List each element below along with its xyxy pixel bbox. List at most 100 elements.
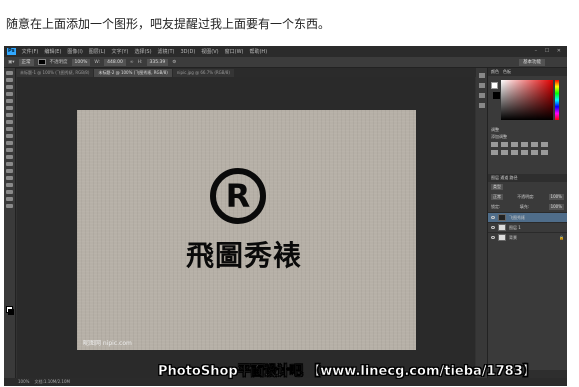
menu-3d[interactable]: 3D(D) [181, 49, 196, 55]
layer-fill-field[interactable]: 100% [548, 204, 564, 210]
history-brush-tool-icon[interactable] [6, 134, 13, 138]
menu-file[interactable]: 文件(F) [22, 48, 39, 55]
menu-window[interactable]: 窗口(W) [225, 48, 244, 55]
blur-tool-icon[interactable] [6, 155, 13, 159]
hue-saturation-icon[interactable] [541, 142, 548, 147]
threshold-icon[interactable] [541, 150, 548, 155]
menu-edit[interactable]: 编辑(E) [44, 48, 61, 55]
photo-filter-icon[interactable] [511, 150, 518, 155]
menu-type[interactable]: 文字(Y) [111, 48, 128, 55]
gradient-tool-icon[interactable] [6, 148, 13, 152]
paragraph-icon[interactable] [479, 103, 485, 108]
eyedropper-tool-icon[interactable] [6, 106, 13, 110]
zoom-level[interactable]: 100% [18, 379, 29, 384]
forum-banner: PhotoShop平面设计吧 【www.linecg.com/tieba/178… [158, 364, 536, 379]
tab-swatches[interactable]: 色板 [503, 68, 511, 76]
document-canvas[interactable]: R 飛圖秀裱 昵图网 nipic.com [77, 110, 416, 350]
dodge-tool-icon[interactable] [6, 162, 13, 166]
curves-icon[interactable] [511, 142, 518, 147]
h-label: H: [137, 59, 143, 65]
foreground-color-swatch[interactable] [8, 309, 14, 315]
black-white-icon[interactable] [501, 150, 508, 155]
brightness-icon[interactable] [491, 142, 498, 147]
link-icon[interactable]: ∞ [130, 60, 134, 65]
canvas-area[interactable]: R 飛圖秀裱 昵图网 nipic.com [17, 77, 475, 378]
window-controls[interactable]: – ☐ ✕ [535, 48, 564, 54]
layer-thumbnail [498, 214, 506, 221]
menu-layer[interactable]: 图层(L) [89, 48, 106, 55]
layer-blend-row: 正常 不透明度: 100% [488, 192, 567, 202]
layer-lock-row: 锁定: 填充: 100% [488, 202, 567, 212]
layer-row[interactable]: 背景 🔒 [488, 232, 567, 242]
menu-select[interactable]: 选择(S) [134, 48, 151, 55]
character-icon[interactable] [479, 93, 485, 98]
levels-icon[interactable] [501, 142, 508, 147]
exposure-icon[interactable] [521, 142, 528, 147]
picker-fg-swatch[interactable] [491, 82, 498, 89]
layer-row[interactable]: 图层 1 [488, 222, 567, 232]
blend-mode-dropdown[interactable]: 正常 [491, 194, 503, 200]
color-balance-icon[interactable] [491, 150, 498, 155]
menu-filter[interactable]: 滤镜(T) [158, 48, 175, 55]
hue-slider[interactable] [555, 80, 559, 120]
lasso-tool-icon[interactable] [6, 85, 13, 89]
channel-mixer-icon[interactable] [521, 150, 528, 155]
type-tool-icon[interactable] [6, 176, 13, 180]
crop-tool-icon[interactable] [6, 99, 13, 103]
tab-document-3[interactable]: nipic.jpg @ 66.7% (RGB/8) [172, 69, 234, 77]
eraser-tool-icon[interactable] [6, 141, 13, 145]
menu-bar: Ps 文件(F) 编辑(E) 图像(I) 图层(L) 文字(Y) 选择(S) 滤… [4, 46, 567, 57]
tab-document-1[interactable]: 未标题-1 @ 100% (飞图秀裱, RGB/8) [16, 69, 94, 77]
right-panels: 颜色 色板 调整 添加调整 图层 通道 路径 类型 正常 不透明度: 100% … [488, 68, 567, 378]
width-field[interactable]: 448.00 [104, 58, 126, 66]
eye-icon[interactable] [491, 236, 495, 239]
invert-icon[interactable] [531, 150, 538, 155]
lock-label: 锁定: [491, 204, 501, 209]
layer-opacity-field[interactable]: 100% [548, 194, 564, 200]
menu-help[interactable]: 帮助(H) [249, 48, 267, 55]
shape-tool-icon[interactable] [6, 190, 13, 194]
color-panel-tabs: 颜色 色板 [488, 68, 567, 76]
move-tool-icon[interactable] [6, 71, 13, 75]
eye-icon[interactable] [491, 226, 495, 229]
quick-select-tool-icon[interactable] [6, 92, 13, 96]
menu-view[interactable]: 视图(V) [201, 48, 218, 55]
fill-swatch[interactable] [37, 59, 46, 65]
pen-tool-icon[interactable] [6, 169, 13, 173]
color-field[interactable] [501, 80, 553, 120]
picker-bg-swatch[interactable] [493, 92, 500, 99]
layer-kind-dropdown[interactable]: 类型 [491, 184, 503, 190]
options-bar: ▣▾ 正常 不透明度 100% W: 448.00 ∞ H: 335.39 ⚙ [4, 57, 567, 68]
opacity-field[interactable]: 100% [71, 58, 91, 66]
tab-color[interactable]: 颜色 [491, 68, 499, 76]
height-field[interactable]: 335.39 [146, 58, 169, 66]
zoom-tool-icon[interactable] [6, 204, 13, 208]
layer-row[interactable]: 飞图秀裱 [488, 212, 567, 222]
tab-document-2[interactable]: 未标题-2 @ 100% (飞图秀裱, RGB/8) [94, 69, 172, 77]
tool-preset-icon[interactable]: ▣▾ [8, 60, 15, 65]
adjustments-panel: 调整 添加调整 [491, 126, 564, 166]
healing-tool-icon[interactable] [6, 113, 13, 117]
properties-icon[interactable] [479, 83, 485, 88]
history-icon[interactable] [479, 73, 485, 78]
lock-icon: 🔒 [559, 235, 564, 240]
status-bar: 100% 文档:1.10M/2.10M [4, 378, 567, 386]
watermark: 昵图网 nipic.com [83, 340, 132, 347]
vibrance-icon[interactable] [531, 142, 538, 147]
path-select-tool-icon[interactable] [6, 183, 13, 187]
color-picker[interactable] [491, 80, 564, 120]
adjustments-title: 调整 [491, 127, 499, 132]
workspace-preset[interactable]: 基本功能 [519, 59, 545, 66]
document-tabs: 未标题-1 @ 100% (飞图秀裱, RGB/8) 未标题-2 @ 100% … [16, 68, 476, 77]
mode-dropdown[interactable]: 正常 [18, 58, 34, 66]
marquee-tool-icon[interactable] [6, 78, 13, 82]
brush-tool-icon[interactable] [6, 120, 13, 124]
adjustment-icons [491, 142, 564, 155]
gear-icon[interactable]: ⚙ [172, 60, 176, 65]
hand-tool-icon[interactable] [6, 197, 13, 201]
eye-icon[interactable] [491, 216, 495, 219]
layer-name: 图层 1 [509, 224, 521, 230]
menu-image[interactable]: 图像(I) [67, 48, 82, 55]
stamp-tool-icon[interactable] [6, 127, 13, 131]
layers-panel-tabs[interactable]: 图层 通道 路径 [488, 174, 567, 182]
